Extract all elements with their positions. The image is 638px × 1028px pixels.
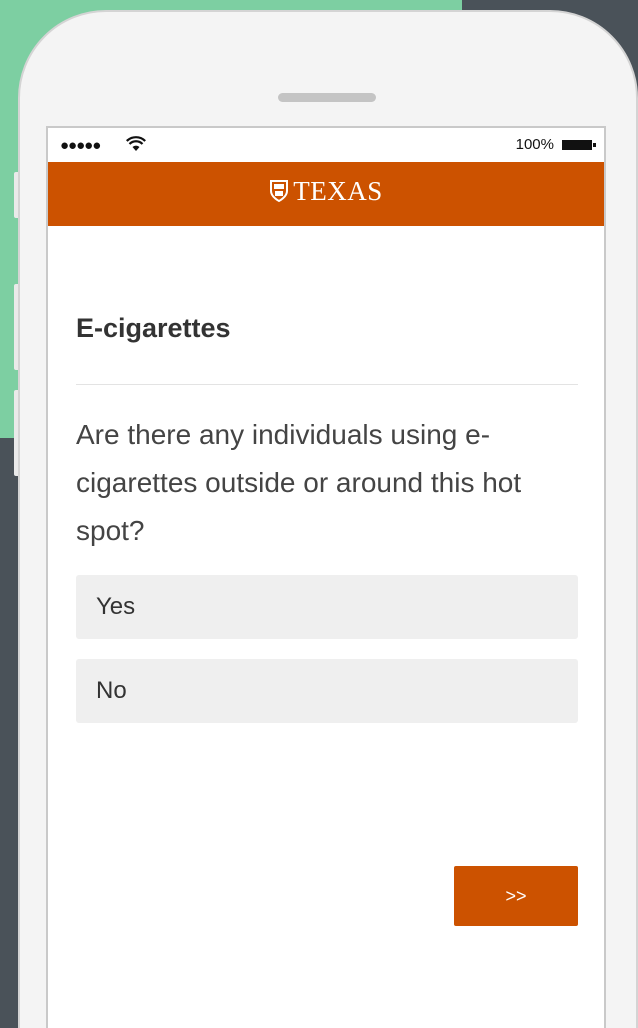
brand-header: TEXAS bbox=[48, 162, 604, 226]
survey-content: E-cigarettes Are there any individuals u… bbox=[76, 308, 578, 723]
signal-strength-icon: ●●●●● bbox=[60, 137, 101, 154]
brand-name: TEXAS bbox=[293, 176, 383, 206]
section-title: E-cigarettes bbox=[76, 313, 231, 343]
question-text: Are there any individuals using e-cigare… bbox=[76, 419, 522, 546]
battery-percentage: 100% bbox=[515, 136, 554, 153]
wifi-icon bbox=[126, 136, 146, 151]
divider bbox=[76, 384, 578, 385]
option-yes[interactable]: Yes bbox=[76, 575, 578, 639]
phone-screen: ●●●●● 100% TEXAS E-cigarettes Are there … bbox=[46, 126, 606, 1028]
next-button[interactable]: >> bbox=[454, 866, 578, 926]
battery-icon bbox=[562, 140, 596, 150]
status-bar: ●●●●● 100% bbox=[48, 128, 604, 162]
shield-icon bbox=[270, 180, 289, 203]
option-no[interactable]: No bbox=[76, 659, 578, 723]
stage: ●●●●● 100% TEXAS E-cigarettes Are there … bbox=[0, 0, 638, 1028]
brand-logo: TEXAS bbox=[269, 176, 383, 207]
phone-speaker bbox=[278, 93, 376, 102]
